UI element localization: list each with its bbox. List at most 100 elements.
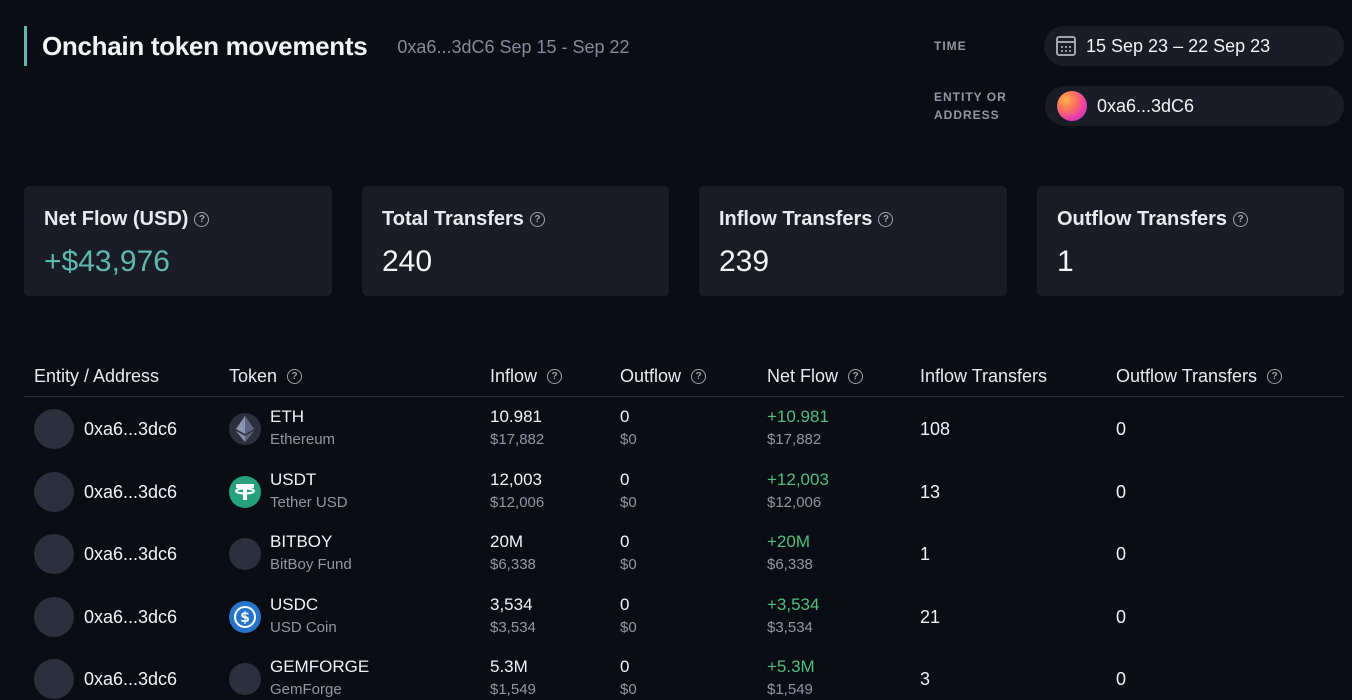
outflow-usd: $0 [620,681,637,698]
token-symbol[interactable]: GEMFORGE [270,657,369,677]
token-symbol[interactable]: ETH [270,407,304,427]
entity-avatar [34,597,74,637]
entity-filter-label-line2: ADDRESS [934,108,1000,122]
outflow-amount: 0 [620,407,630,426]
inflow-amount: 3,534 [490,595,533,614]
stat-label: Inflow Transfers [719,208,873,230]
stat-card-inflow-transfers: Inflow Transfers? 239 [699,186,1007,296]
time-filter-label: TIME [934,39,967,53]
inflow-transfers-count: 1 [920,544,931,564]
outflow-usd: $0 [620,556,637,573]
token-placeholder-icon [229,663,261,695]
help-icon[interactable]: ? [1233,212,1249,227]
column-header-outflow-transfers[interactable]: Outflow Transfers? [1116,366,1283,387]
inflow-usd: $6,338 [490,556,536,573]
time-range-picker[interactable]: 15 Sep 23 – 22 Sep 23 [1044,26,1344,66]
net-flow-usd: $12,006 [767,494,822,511]
entity-address-link[interactable]: 0xa6...3dc6 [84,669,177,690]
page-subtitle: 0xa6...3dC6 Sep 15 - Sep 22 [397,36,630,57]
token-symbol[interactable]: USDT [270,470,316,490]
net-flow-amount: +12,003 [767,470,829,489]
column-header-entity[interactable]: Entity / Address [34,366,159,387]
net-flow-usd: $3,534 [767,619,813,636]
column-header-label: Outflow Transfers [1116,366,1258,386]
outflow-usd: $0 [620,494,637,511]
stat-card-outflow-transfers: Outflow Transfers? 1 [1037,186,1344,296]
token-name: BitBoy Fund [270,556,352,573]
entity-avatar [34,409,74,449]
column-header-inflow[interactable]: Inflow? [490,366,563,387]
table-row[interactable]: 0xa6...3dc6 GEMFORGE GemForge 5.3M $1,54… [24,647,1344,700]
entity-address-link[interactable]: 0xa6...3dc6 [84,544,177,565]
entity-address-link[interactable]: 0xa6...3dc6 [84,482,177,503]
stat-value: 240 [382,245,433,278]
token-name: GemForge [270,681,342,698]
net-flow-amount: +10.981 [767,407,829,426]
outflow-transfers-count: 0 [1116,607,1127,627]
entity-avatar [34,472,74,512]
entity-filter-label-line1: ENTITY OR [934,90,1007,104]
column-header-label: Inflow [490,366,538,386]
inflow-usd: $3,534 [490,619,536,636]
inflow-transfers-count: 13 [920,482,941,502]
entity-avatar [34,534,74,574]
token-symbol[interactable]: USDC [270,595,318,615]
inflow-transfers-count: 21 [920,607,941,627]
entity-address-value: 0xa6...3dC6 [1097,95,1195,116]
token-placeholder-icon [229,538,261,570]
table-row[interactable]: 0xa6...3dc6 $ USDC USD Coin 3,534 $3,534… [24,585,1344,647]
stat-label: Outflow Transfers [1057,208,1228,230]
help-icon[interactable]: ? [287,369,303,384]
column-header-net-flow[interactable]: Net Flow? [767,366,864,387]
entity-address-link[interactable]: 0xa6...3dc6 [84,607,177,628]
stat-label: Total Transfers [382,208,524,230]
net-flow-usd: $17,882 [767,431,822,448]
net-flow-amount: +5.3M [767,657,815,676]
column-header-label: Inflow Transfers [920,366,1048,386]
usdc-icon: $ [229,601,261,633]
stat-label: Net Flow (USD) [44,208,189,230]
column-header-inflow-transfers[interactable]: Inflow Transfers [920,366,1047,387]
stat-value: +$43,976 [44,245,170,278]
entity-address-selector[interactable]: 0xa6...3dC6 [1045,86,1344,126]
table-row[interactable]: 0xa6...3dc6 ETH Ethereum 10.981 $17,882 … [24,397,1344,459]
table-row[interactable]: 0xa6...3dc6 USDT Tether USD 12,003 $12,0… [24,460,1344,522]
net-flow-usd: $1,549 [767,681,813,698]
help-icon[interactable]: ? [194,212,210,227]
page-header: Onchain token movements 0xa6...3dC6 Sep … [24,26,630,66]
token-symbol[interactable]: BITBOY [270,532,332,552]
help-icon[interactable]: ? [878,212,894,227]
outflow-amount: 0 [620,595,630,614]
page-title: Onchain token movements [42,30,368,61]
token-name: Ethereum [270,431,336,448]
column-header-outflow[interactable]: Outflow? [620,366,707,387]
outflow-amount: 0 [620,532,630,551]
outflow-amount: 0 [620,470,630,489]
ethereum-icon [229,413,261,445]
help-icon[interactable]: ? [691,369,707,384]
table-row[interactable]: 0xa6...3dc6 BITBOY BitBoy Fund 20M $6,33… [24,522,1344,584]
address-avatar [1057,91,1087,121]
svg-text:$: $ [240,610,250,626]
entity-filter-label: ENTITY OR ADDRESS [934,88,1007,124]
token-name: USD Coin [270,619,337,636]
help-icon[interactable]: ? [1267,369,1283,384]
outflow-usd: $0 [620,619,637,636]
inflow-usd: $12,006 [490,494,545,511]
net-flow-usd: $6,338 [767,556,813,573]
entity-avatar [34,659,74,699]
net-flow-amount: +3,534 [767,595,820,614]
outflow-transfers-count: 0 [1116,419,1127,439]
entity-address-link[interactable]: 0xa6...3dc6 [84,419,177,440]
time-range-value: 15 Sep 23 – 22 Sep 23 [1086,35,1271,56]
inflow-transfers-count: 108 [920,419,951,439]
title-accent-bar [24,26,27,66]
help-icon[interactable]: ? [848,369,864,384]
stat-value: 1 [1057,245,1074,278]
outflow-transfers-count: 0 [1116,482,1127,502]
stat-card-net-flow: Net Flow (USD)? +$43,976 [24,186,332,296]
help-icon[interactable]: ? [529,212,545,227]
help-icon[interactable]: ? [547,369,563,384]
inflow-usd: $17,882 [490,431,545,448]
column-header-token[interactable]: Token? [229,366,303,387]
